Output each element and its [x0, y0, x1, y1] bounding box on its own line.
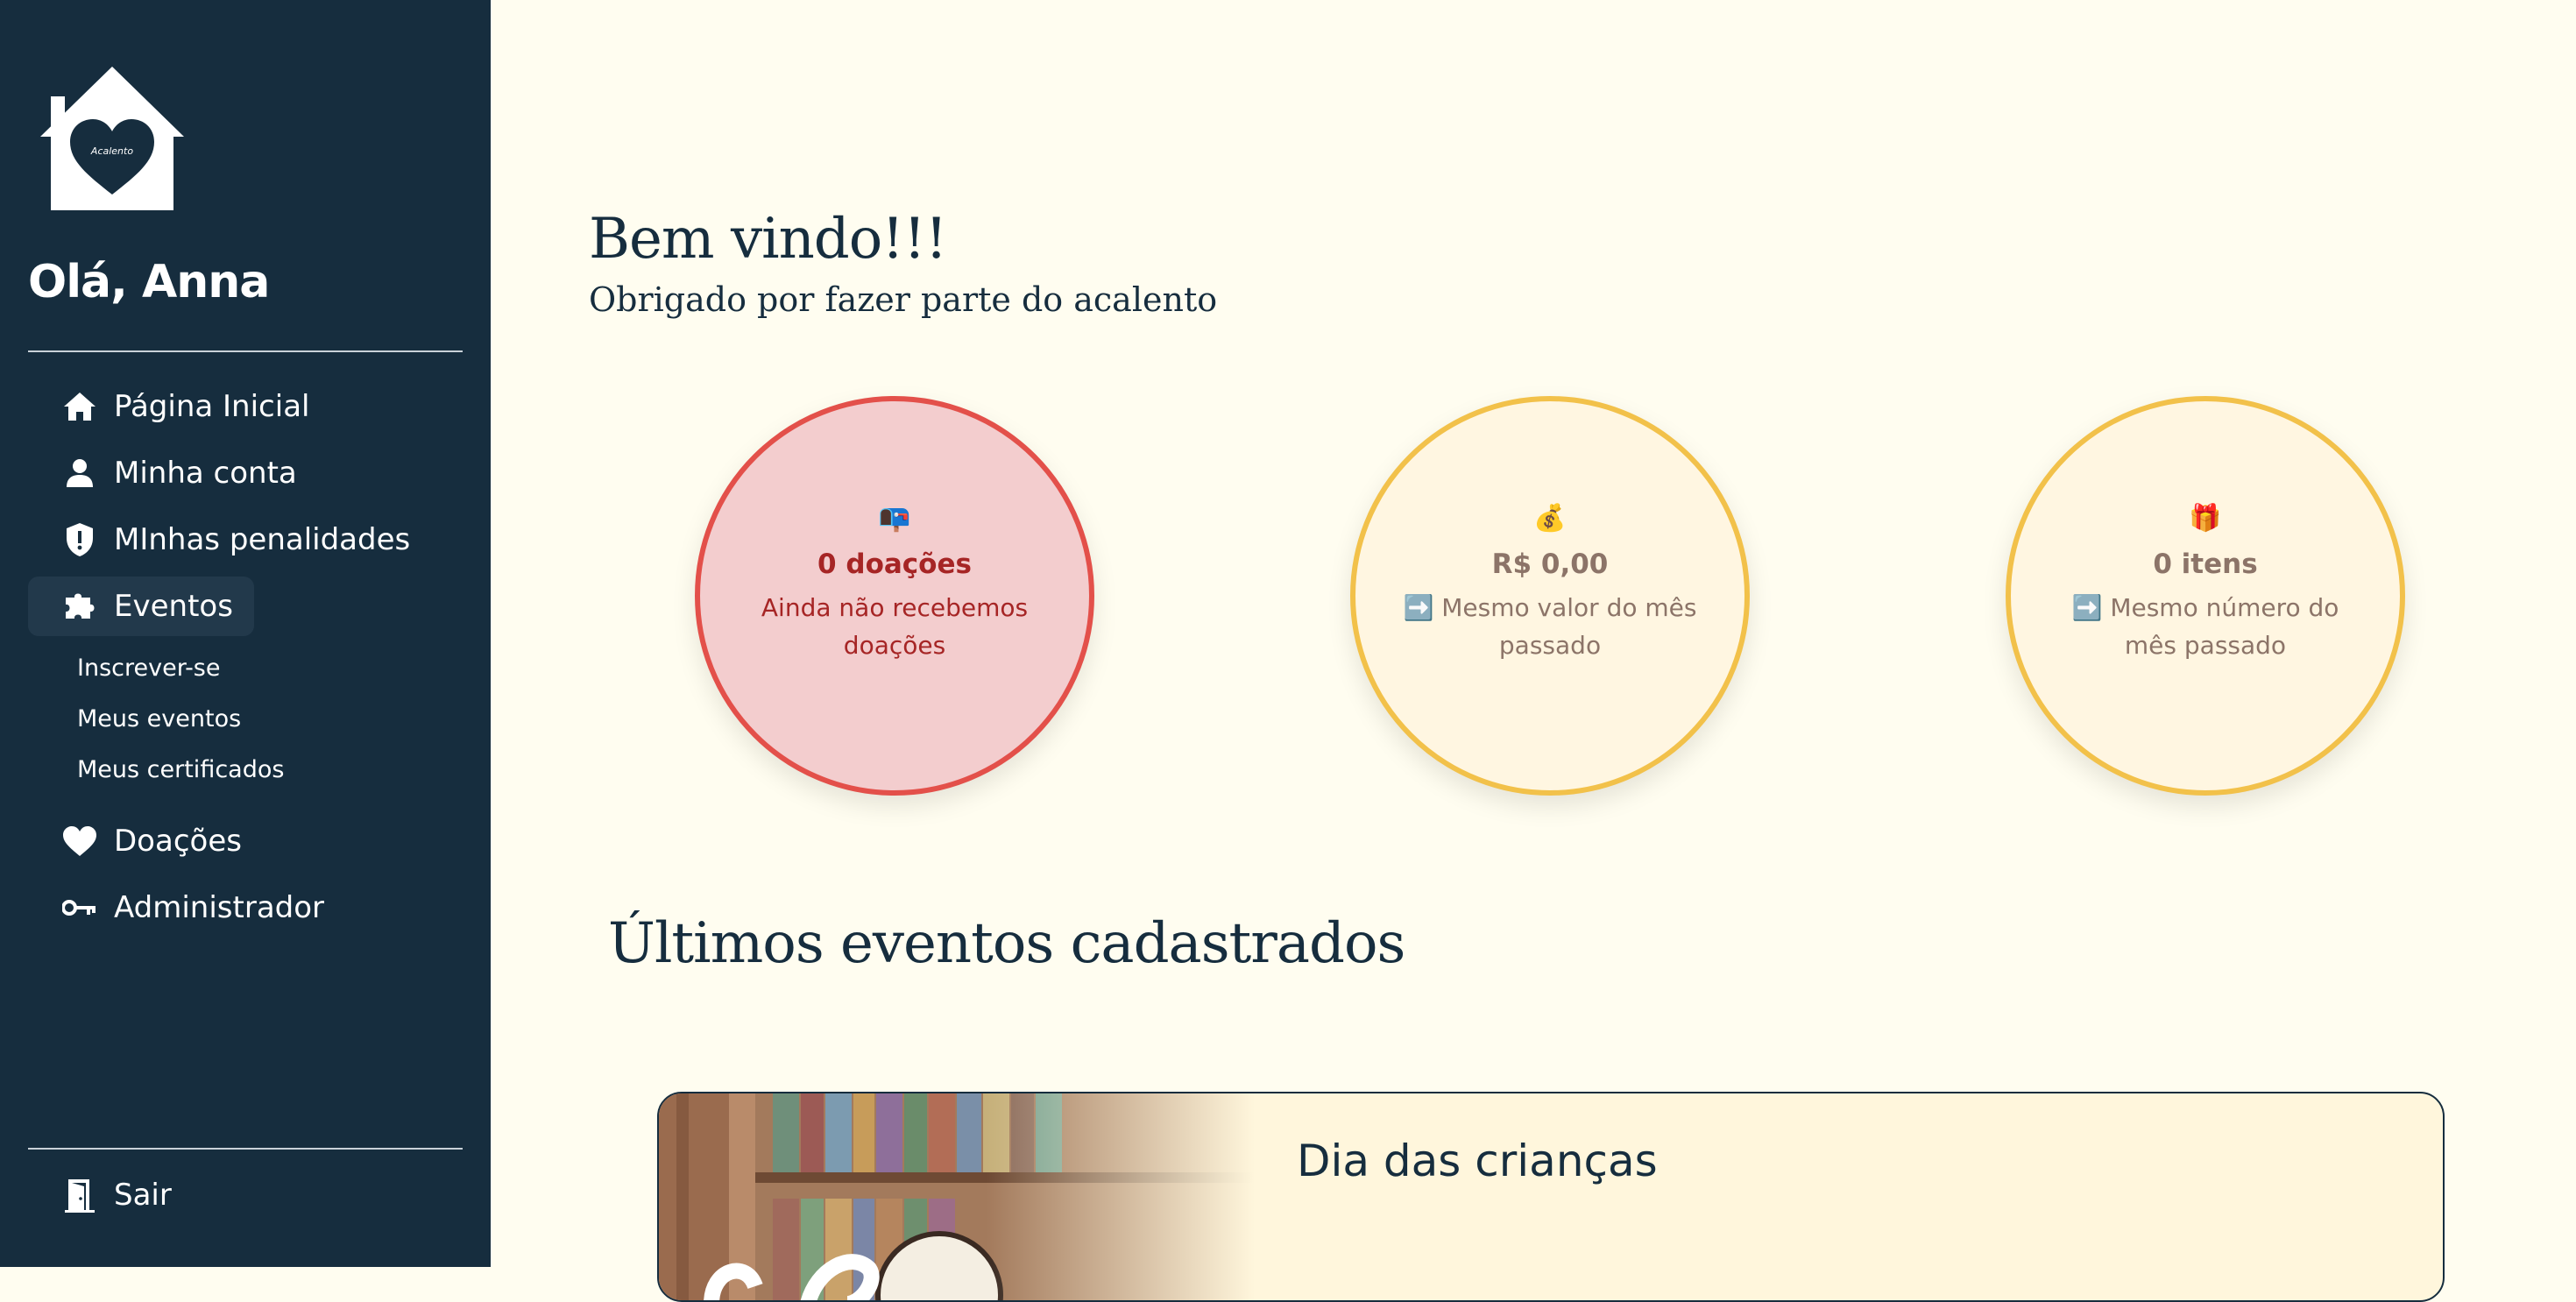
money-bag-icon: 💰	[1533, 503, 1567, 534]
stat-money-desc: ➡️ Mesmo valor do mês passado	[1403, 593, 1697, 660]
stat-items-value: 0 itens	[2153, 548, 2258, 580]
events-subnav: Inscrever-se Meus eventos Meus certifica…	[77, 643, 463, 796]
nav-penalties[interactable]: MInhas penalidades	[28, 510, 463, 570]
nav-account[interactable]: Minha conta	[28, 443, 463, 503]
event-image	[659, 1093, 1255, 1300]
page-title: Bem vindo!!!	[589, 207, 947, 272]
nav-admin[interactable]: Administrador	[28, 878, 463, 938]
events-section-title: Últimos eventos cadastrados	[608, 911, 1405, 976]
home-icon	[61, 388, 98, 425]
nav-events[interactable]: Eventos	[28, 577, 254, 636]
event-card[interactable]: Dia das crianças	[657, 1092, 2445, 1302]
logout-button[interactable]: Sair	[28, 1165, 172, 1225]
subnav-my-events[interactable]: Meus eventos	[77, 694, 463, 745]
nav-donations[interactable]: Doações	[28, 811, 463, 871]
door-icon	[61, 1177, 98, 1214]
page-subtitle: Obrigado por fazer parte do acalento	[589, 280, 1218, 319]
heart-icon	[61, 823, 98, 860]
subnav-subscribe[interactable]: Inscrever-se	[77, 643, 463, 694]
mailbox-icon: 📭	[878, 503, 911, 534]
stat-items: 🎁 0 itens ➡️ Mesmo número do mês passado	[2006, 396, 2405, 796]
puzzle-icon	[61, 588, 98, 625]
nav-home[interactable]: Página Inicial	[28, 377, 463, 436]
sidebar-bottom-divider	[28, 1148, 463, 1150]
stat-items-desc: ➡️ Mesmo número do mês passado	[2071, 593, 2339, 660]
nav-admin-label: Administrador	[114, 890, 325, 925]
stat-donations-value: 0 doações	[817, 548, 972, 580]
nav-home-label: Página Inicial	[114, 389, 310, 424]
sidebar-nav: Página Inicial Minha conta MInhas penali…	[28, 377, 463, 945]
svg-text:Acalento: Acalento	[90, 145, 133, 157]
stat-donations: 📭 0 doações Ainda não recebemos doações	[695, 396, 1094, 796]
stat-money-value: R$ 0,00	[1491, 548, 1609, 580]
stat-money: 💰 R$ 0,00 ➡️ Mesmo valor do mês passado	[1350, 396, 1750, 796]
user-icon	[61, 455, 98, 492]
subnav-my-certificates[interactable]: Meus certificados	[77, 745, 463, 796]
greeting: Olá, Anna	[28, 256, 270, 308]
sidebar-divider	[28, 350, 463, 352]
stat-donations-desc: Ainda não recebemos doações	[761, 593, 1029, 660]
logout-label: Sair	[114, 1178, 172, 1213]
nav-account-label: Minha conta	[114, 456, 297, 491]
acalento-logo[interactable]: Acalento	[35, 63, 189, 214]
nav-donations-label: Doações	[114, 824, 242, 859]
nav-penalties-label: MInhas penalidades	[114, 522, 411, 557]
sidebar: Acalento Olá, Anna Página Inicial Minha …	[0, 0, 491, 1267]
nav-events-label: Eventos	[114, 589, 233, 624]
gift-icon: 🎁	[2189, 503, 2222, 534]
key-icon	[61, 889, 98, 926]
event-title: Dia das crianças	[1297, 1136, 1658, 1186]
shield-exclamation-icon	[61, 521, 98, 558]
